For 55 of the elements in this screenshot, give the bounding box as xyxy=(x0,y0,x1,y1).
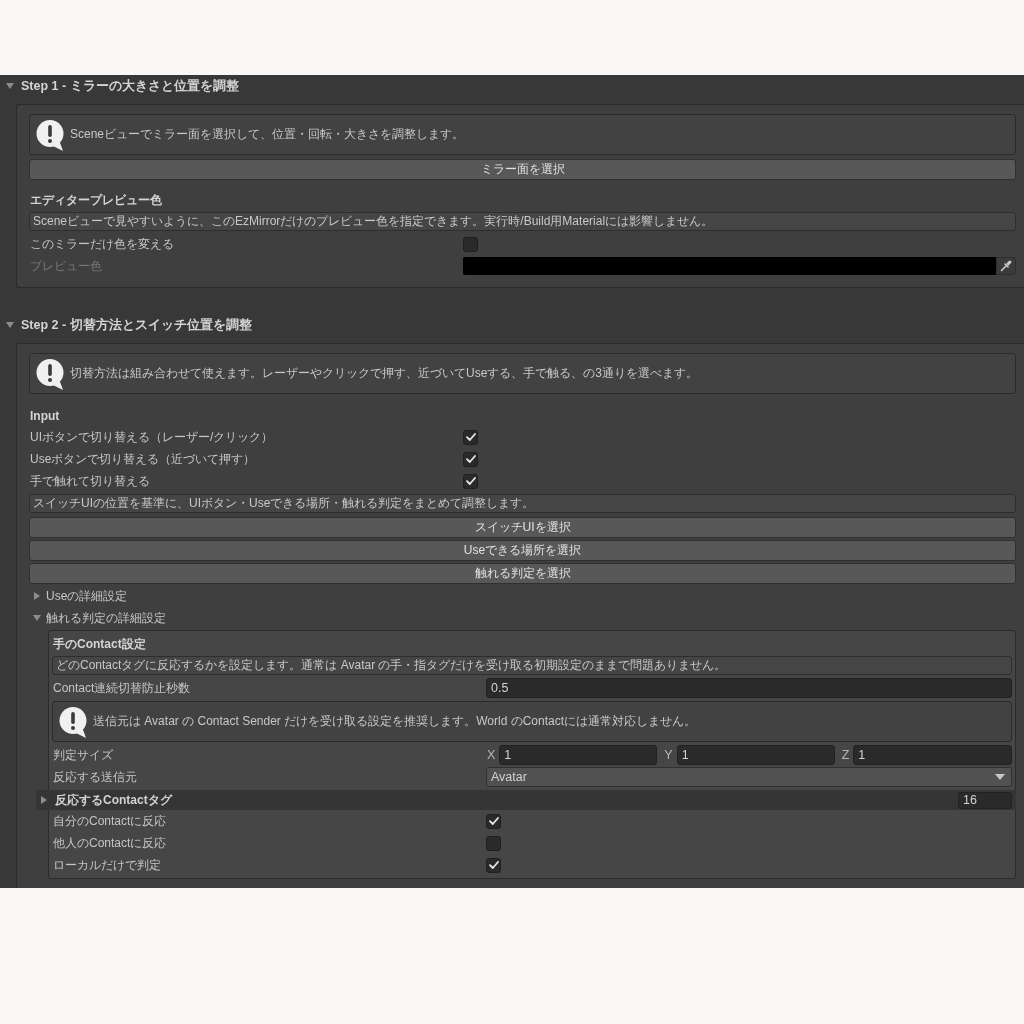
info-note: どのContactタグに反応するかを設定します。通常は Avatar の手・指タグだけを受け取る初期設定のままで問題ありません。 xyxy=(52,656,1012,675)
info-note: スイッチUIの位置を基準に、UIボタン・Useできる場所・触れる判定をまとめて調整します。 xyxy=(29,494,1016,513)
group-heading: 手のContact設定 xyxy=(52,636,146,653)
checkbox[interactable] xyxy=(486,835,501,851)
axis-label: X xyxy=(486,748,496,762)
number-field[interactable]: 0.5 xyxy=(486,678,1012,698)
section-header[interactable]: Step 1 - ミラーの大きさと位置を調整 xyxy=(0,75,239,97)
number-field[interactable]: 1 xyxy=(499,745,658,765)
info-note: Sceneビューで見やすいように、このEzMirrorだけのプレビュー色を指定できます。実行時/Build用Materialには影響しません。 xyxy=(29,212,1016,231)
axis-label: Z xyxy=(840,748,850,762)
group-heading: エディタープレビュー色 xyxy=(29,192,162,209)
foldout-header[interactable]: 反応するContactタグ xyxy=(40,791,172,809)
eyedropper-button[interactable] xyxy=(996,257,1016,275)
group-heading: Input xyxy=(29,408,60,425)
checkmark-icon xyxy=(465,433,476,441)
action-button[interactable]: スイッチUIを選択 xyxy=(29,517,1016,538)
checkbox[interactable] xyxy=(463,236,478,252)
section-header[interactable]: Step 2 - 切替方法とスイッチ位置を調整 xyxy=(0,314,252,336)
property-label: ローカルだけで判定 xyxy=(52,856,161,874)
eyedropper-icon xyxy=(1000,260,1012,272)
checkmark-icon xyxy=(465,455,476,463)
help-text: Sceneビューでミラー面を選択して、位置・回転・大きさを調整します。 xyxy=(70,126,465,143)
dropdown[interactable]: Avatar xyxy=(486,767,1012,787)
checkmark-icon xyxy=(488,817,499,825)
count-field[interactable]: 16 xyxy=(958,791,1012,809)
checkmark-icon xyxy=(465,477,476,485)
property-label: UIボタンで切り替える（レーザー/クリック） xyxy=(29,428,274,446)
exclamation-bubble-icon xyxy=(35,357,65,390)
foldout-header[interactable]: 触れる判定の詳細設定 xyxy=(29,608,166,628)
checkbox[interactable] xyxy=(463,451,478,467)
exclamation-bubble-icon xyxy=(58,705,88,738)
axis-label: Y xyxy=(663,748,673,762)
checkbox[interactable] xyxy=(486,813,501,829)
property-label: 自分のContactに反応 xyxy=(52,812,167,830)
checkbox[interactable] xyxy=(463,473,478,489)
property-label: Contact連続切替防止秒数 xyxy=(52,679,191,697)
number-field[interactable]: 1 xyxy=(853,745,1012,765)
checkbox[interactable] xyxy=(463,429,478,445)
property-label: 反応する送信元 xyxy=(52,768,137,786)
action-button[interactable]: ミラー面を選択 xyxy=(29,159,1016,180)
help-text: 切替方法は組み合わせて使えます。レーザーやクリックで押す、近づいてUseする、手で触る、の3通りを選べます。 xyxy=(70,365,698,382)
checkbox[interactable] xyxy=(486,857,501,873)
property-label: 手で触れて切り替える xyxy=(29,472,150,490)
exclamation-bubble-icon xyxy=(35,118,65,151)
help-text: 送信元は Avatar の Contact Sender だけを受け取る設定を推奨します。World のContactには通常対応しません。 xyxy=(93,713,696,730)
property-label: Useボタンで切り替える（近づいて押す） xyxy=(29,450,256,468)
property-label: 他人のContactに反応 xyxy=(52,834,167,852)
caret-down-icon xyxy=(995,774,1005,780)
property-label: このミラーだけ色を変える xyxy=(29,235,174,253)
property-label: 判定サイズ xyxy=(52,746,113,764)
checkmark-icon xyxy=(488,861,499,869)
action-button[interactable]: 触れる判定を選択 xyxy=(29,563,1016,584)
number-field[interactable]: 1 xyxy=(676,745,835,765)
foldout-header[interactable]: Useの詳細設定 xyxy=(29,586,128,606)
action-button[interactable]: Useできる場所を選択 xyxy=(29,540,1016,561)
